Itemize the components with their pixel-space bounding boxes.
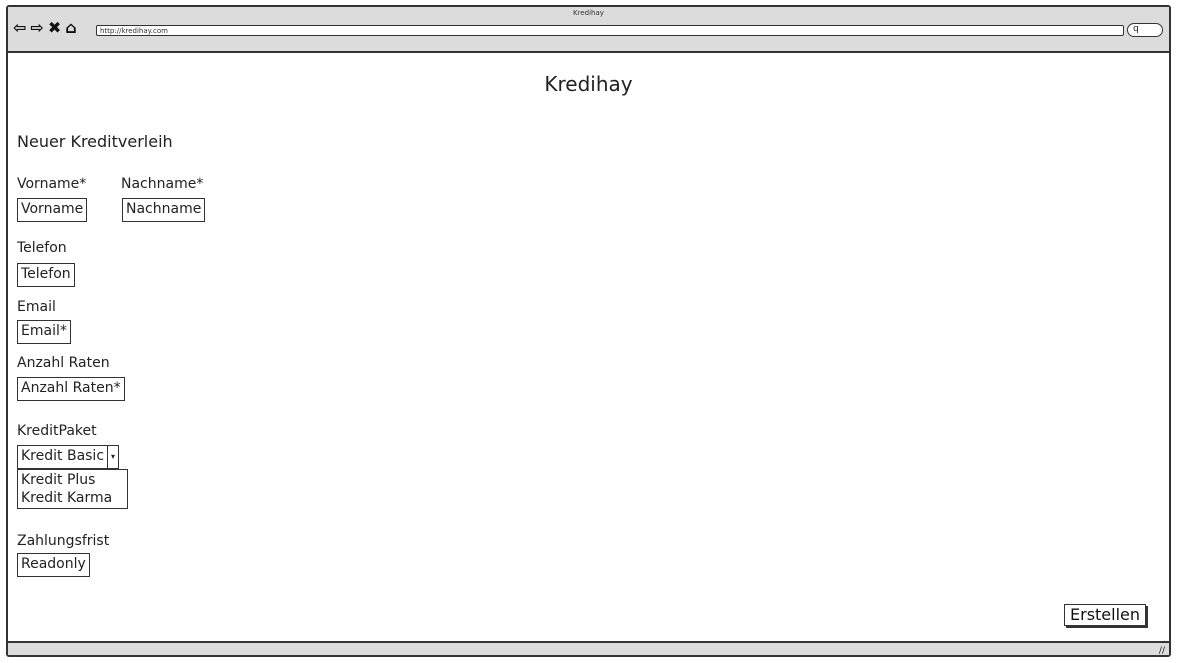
- browser-toolbar: Kredihay ⇦ ⇨ ✖ ⌂ http://kredihay.com q: [8, 7, 1169, 53]
- back-arrow-icon[interactable]: ⇦: [13, 20, 26, 36]
- vorname-label: Vorname*: [17, 176, 87, 192]
- close-icon[interactable]: ✖: [48, 20, 61, 36]
- frist-label: Zahlungsfrist: [17, 533, 110, 549]
- search-button[interactable]: q: [1127, 23, 1163, 37]
- telefon-label: Telefon: [17, 240, 67, 256]
- paket-selected: Kredit Basic: [21, 448, 105, 464]
- chevron-down-icon[interactable]: ▾: [107, 446, 118, 468]
- paket-option[interactable]: Kredit Karma: [21, 489, 124, 507]
- paket-label: KreditPaket: [17, 423, 97, 439]
- window-title: Kredihay: [573, 9, 604, 17]
- erstellen-button[interactable]: Erstellen: [1064, 604, 1147, 626]
- vorname-input[interactable]: Vorname: [17, 198, 88, 222]
- paket-select[interactable]: Kredit Basic ▾: [17, 445, 120, 469]
- nachname-label: Nachname*: [121, 176, 204, 192]
- telefon-input[interactable]: Telefon: [17, 263, 75, 287]
- email-input[interactable]: Email*: [17, 320, 71, 344]
- page-content: Kredihay Neuer Kreditverleih Vorname* Vo…: [8, 53, 1169, 641]
- resize-grip-icon[interactable]: //: [1159, 646, 1165, 656]
- paket-option[interactable]: Kredit Plus: [21, 471, 124, 489]
- raten-input[interactable]: Anzahl Raten*: [17, 377, 125, 401]
- forward-arrow-icon[interactable]: ⇨: [30, 20, 43, 36]
- status-bar: //: [8, 641, 1169, 656]
- nav-controls: ⇦ ⇨ ✖ ⌂: [13, 20, 77, 36]
- section-title: Neuer Kreditverleih: [17, 132, 173, 151]
- frist-readonly-field: Readonly: [17, 553, 90, 577]
- browser-window: Kredihay ⇦ ⇨ ✖ ⌂ http://kredihay.com q K…: [6, 5, 1171, 657]
- page-title: Kredihay: [544, 72, 633, 96]
- email-label: Email: [17, 299, 56, 315]
- nachname-input[interactable]: Nachname: [122, 198, 206, 222]
- raten-label: Anzahl Raten: [17, 355, 110, 371]
- home-icon[interactable]: ⌂: [65, 20, 76, 36]
- paket-dropdown-list: Kredit Plus Kredit Karma: [17, 469, 128, 509]
- search-icon: q: [1133, 24, 1139, 34]
- address-bar[interactable]: http://kredihay.com: [96, 25, 1124, 36]
